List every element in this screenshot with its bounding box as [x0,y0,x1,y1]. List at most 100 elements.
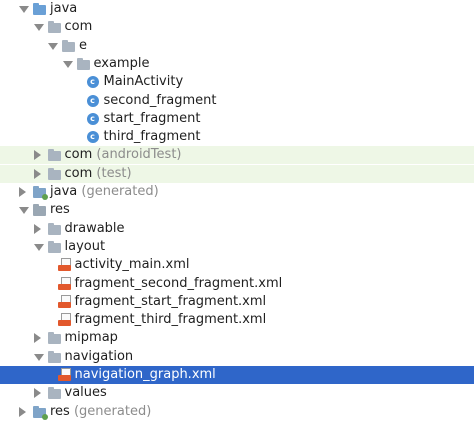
tree-row-label: navigation_graph.xml [75,366,216,384]
tree-row-label: fragment_start_fragment.xml [75,293,267,311]
tree-row[interactable]: activity_main.xml [0,256,474,274]
tree-row[interactable]: example [0,55,474,73]
tree-row[interactable]: com (androidTest) [0,146,474,165]
expand-arrow-down-icon[interactable] [33,24,44,32]
tree-row-label: start_fragment [104,110,201,128]
xml-file-icon [57,276,71,290]
folder-icon [47,387,61,400]
tree-row-label: res [50,201,70,219]
tree-row-name: navigation [64,348,134,364]
tree-row-name: fragment_start_fragment.xml [74,293,267,309]
tree-row-name: res [50,403,70,419]
tree-row[interactable]: java (generated) [0,183,474,201]
tree-row-name: e [79,37,87,53]
tree-row[interactable]: fragment_second_fragment.xml [0,275,474,293]
xml-file-icon [57,258,71,272]
tree-row-label: fragment_third_fragment.xml [75,311,267,329]
tree-row-name: third_fragment [103,129,201,145]
tree-row-suffix: (test) [96,165,132,181]
xml-file-icon [57,294,71,308]
tree-row-name: res [50,202,70,218]
tree-row[interactable]: c MainActivity [0,73,474,91]
expand-arrow-right-icon[interactable] [33,150,41,161]
tree-row-name: com [64,147,93,163]
tree-row-label: fragment_second_fragment.xml [75,275,283,293]
tree-row-name: drawable [64,220,125,236]
expand-arrow-down-icon[interactable] [48,42,58,50]
generated-folder-icon [33,405,48,420]
tree-row[interactable]: java [0,0,474,18]
expand-arrow-down-icon[interactable] [19,6,29,13]
tree-row-label: mipmap [65,329,118,347]
tree-row-name: second_fragment [103,92,217,108]
tree-row-name: start_fragment [103,110,201,126]
tree-row-name: navigation_graph.xml [74,367,216,382]
expand-arrow-right-icon[interactable] [19,406,26,417]
tree-row[interactable]: c second_fragment [0,92,474,110]
expand-arrow-down-icon[interactable] [62,60,73,68]
expand-arrow-right-icon[interactable] [19,187,26,197]
tree-row[interactable]: com [0,18,474,36]
tree-row[interactable]: com (test) [0,164,474,183]
tree-row[interactable]: c third_fragment [0,128,474,146]
tree-row-label: drawable [65,220,125,238]
expand-arrow-right-icon[interactable] [33,333,41,344]
folder-icon [47,21,61,34]
project-tree: java com e example c MainActivity c second_frag… [0,0,474,424]
tree-row[interactable]: c start_fragment [0,110,474,128]
class-icon: c [86,94,99,107]
tree-row-label: example [94,55,150,73]
tree-row-name: values [64,385,107,401]
tree-row-label: e [79,37,87,55]
class-icon: c [86,112,99,125]
expand-arrow-right-icon[interactable] [33,168,41,179]
tree-row-suffix: (generated) [81,184,159,199]
tree-row-name: MainActivity [103,74,184,90]
tree-row-name: activity_main.xml [74,257,190,273]
tree-row[interactable]: e [0,37,474,55]
tree-row[interactable]: layout [0,238,474,256]
tree-row[interactable]: res [0,201,474,219]
tree-row-label: third_fragment [104,128,201,146]
class-icon: c [86,76,99,89]
tree-row-label: java (generated) [50,183,159,201]
xml-file-icon [57,313,71,327]
tree-row[interactable]: drawable [0,220,474,238]
tree-row-name: com [64,165,93,181]
tree-row[interactable]: res (generated) [0,403,474,421]
expand-arrow-down-icon[interactable] [19,207,29,215]
tree-row-name: mipmap [64,330,118,346]
folder-icon [47,240,61,253]
tree-row-label: values [65,384,107,402]
tree-row[interactable]: navigation [0,348,474,366]
tree-row[interactable]: fragment_third_fragment.xml [0,311,474,329]
folder-icon [47,350,61,363]
class-icon: c [86,131,99,144]
folder-icon [47,222,61,235]
tree-row-label: java [50,0,77,18]
tree-row-name: java [50,184,78,199]
tree-row-label: res (generated) [50,403,151,421]
tree-row-name: java [50,1,78,16]
tree-row-label: second_fragment [104,92,217,110]
xml-file-icon [57,368,71,381]
tree-row-label: com [65,18,93,36]
expand-arrow-down-icon[interactable] [33,243,44,251]
expand-arrow-down-icon[interactable] [33,353,44,361]
expand-arrow-right-icon[interactable] [33,223,41,234]
folder-icon [76,57,90,70]
folder-icon [47,167,61,180]
expand-arrow-right-icon[interactable] [33,388,41,399]
tree-row[interactable]: mipmap [0,329,474,347]
source-folder-icon [33,3,46,15]
tree-row[interactable]: navigation_graph.xml [0,366,474,384]
tree-row-label: activity_main.xml [75,256,190,274]
tree-row[interactable]: fragment_start_fragment.xml [0,293,474,311]
tree-row[interactable]: values [0,384,474,402]
tree-row-suffix: (androidTest) [96,147,182,163]
tree-row-name: example [93,55,150,71]
resource-folder-icon [33,204,46,217]
tree-row-name: fragment_second_fragment.xml [74,275,283,291]
tree-row-label: layout [65,238,106,256]
tree-row-name: fragment_third_fragment.xml [74,312,267,328]
